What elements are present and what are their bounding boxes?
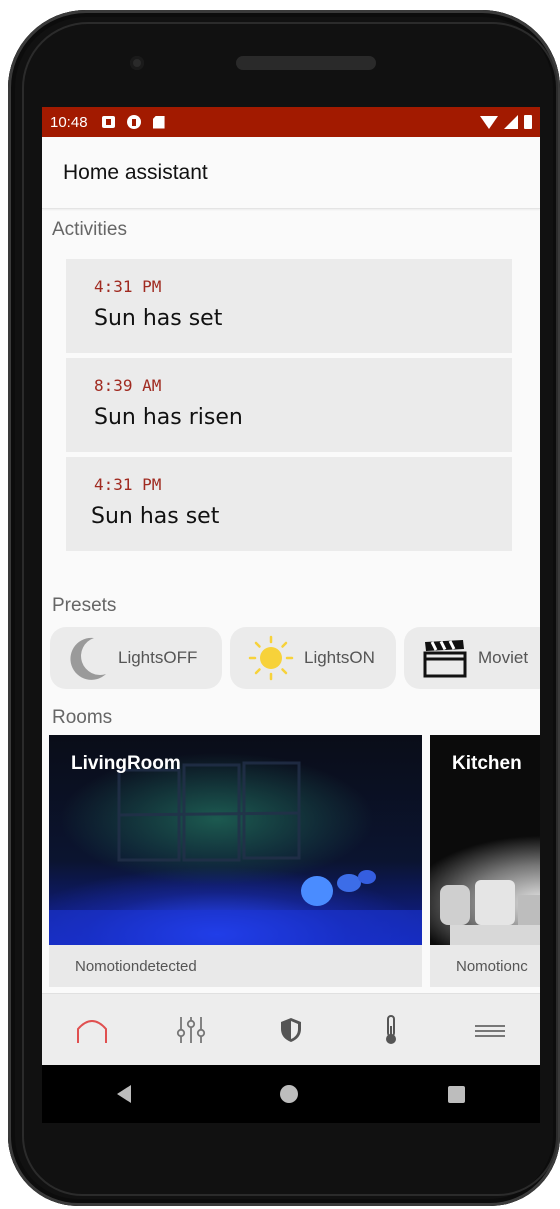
room-name: LivingRoom [71,753,181,774]
back-icon[interactable] [116,1085,131,1103]
battery-icon [524,115,532,129]
sliders-icon [177,1016,206,1043]
nav-security[interactable] [261,1006,321,1054]
menu-icon [475,1024,506,1037]
nav-home[interactable] [62,1006,122,1054]
rooms-row: LivingRoom Nomotiondetected Kitchen Nomo… [42,735,540,987]
clapperboard-icon [423,640,467,678]
nav-climate[interactable] [361,1006,421,1054]
activity-time: 8:39 AM [94,376,162,395]
activity-time: 4:31 PM [94,277,162,296]
app-bar: Home assistant [42,137,540,209]
room-camera-image: LivingRoom [49,735,422,945]
notification-icon [101,116,115,128]
room-card-kitchen[interactable]: Kitchen Nomotionc [430,735,540,987]
signal-icon [504,115,518,129]
room-status: Nomotionc [456,957,528,975]
status-bar: 10:48 [42,107,540,137]
sun-icon [248,635,294,681]
status-time: 10:48 [50,113,88,131]
presets-label: Presets [52,595,117,616]
bottom-navigation [42,993,540,1065]
preset-label: LightsON [304,648,375,667]
shield-icon [280,1017,301,1042]
wifi-icon [480,115,498,129]
activity-card[interactable]: 8:39 AM Sun has risen [66,358,512,452]
parking-icon [126,115,141,129]
room-card-livingroom[interactable]: LivingRoom Nomotiondetected [49,735,422,987]
activity-time: 4:31 PM [94,475,162,494]
room-name: Kitchen [452,753,522,774]
nav-menu[interactable] [460,1006,520,1054]
screen: 10:48 Home assistant Activities 4:31 PM … [42,107,540,1065]
rooms-label: Rooms [52,707,113,728]
sd-card-icon [152,115,165,129]
recent-apps-icon[interactable] [448,1085,466,1103]
moon-icon [70,637,106,680]
preset-label: Moviet [478,648,529,667]
activities-list: 4:31 PM Sun has set 8:39 AM Sun has rise… [42,259,540,551]
room-camera-image: Kitchen [430,735,540,945]
activity-title: Sun has set [91,504,220,529]
room-status: Nomotiondetected [75,957,197,975]
preset-label: LightsOFF [118,648,198,667]
preset-lights-on[interactable]: LightsON [230,627,396,689]
page-title: Home assistant [63,160,208,184]
front-camera [130,56,144,70]
activity-title: Sun has risen [94,405,243,430]
thermometer-icon [385,1014,396,1044]
presets-row: LightsOFF LightsON Moviet [42,627,540,689]
preset-movie[interactable]: Moviet [404,627,540,689]
activity-card[interactable]: 4:31 PM Sun has set [66,457,512,551]
activities-label: Activities [52,219,127,240]
home-icon [76,1019,107,1043]
earpiece-speaker [236,56,376,70]
activity-card[interactable]: 4:31 PM Sun has set [66,259,512,353]
preset-lights-off[interactable]: LightsOFF [50,627,222,689]
system-navigation-bar [42,1065,540,1123]
nav-controls[interactable] [161,1006,221,1054]
activity-title: Sun has set [94,306,223,331]
home-circle-icon[interactable] [280,1085,299,1103]
